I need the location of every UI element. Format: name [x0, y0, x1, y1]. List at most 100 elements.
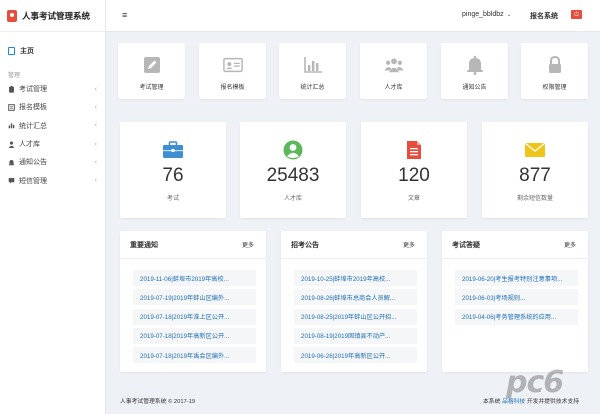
id-card-icon	[222, 55, 243, 75]
panel-list: 2019-06-20|考生报考特别注意事项... 2019-06-03|考场规则…	[442, 259, 588, 325]
bell-icon	[8, 159, 15, 166]
sidebar: 人事考试管理系统 主页 管理 考试管理 ‹ 报名模板 ‹ 统计汇总 ‹ 人才库 …	[0, 0, 106, 414]
more-link[interactable]: 更多	[403, 240, 415, 249]
quick-link-label: 报名模板	[220, 85, 245, 91]
sidebar-item-label: 短信管理	[19, 177, 47, 185]
panel-title: 考试答疑	[452, 241, 480, 249]
chevron-left-icon: ‹	[94, 122, 97, 130]
stat-label: 人才库	[283, 196, 302, 202]
bell-icon	[465, 55, 485, 75]
quick-link-label: 统计汇总	[300, 85, 325, 91]
lock-icon	[545, 55, 565, 75]
sidebar-item-label: 人才库	[19, 141, 40, 149]
logo-icon	[7, 9, 17, 22]
panel-header: 重要通知 更多	[120, 231, 266, 259]
chevron-left-icon: ‹	[94, 158, 97, 166]
list-item[interactable]: 2019-06-20|考生报考特别注意事项...	[455, 270, 578, 286]
brand: 人事考试管理系统	[0, 0, 105, 32]
quick-link-template[interactable]: 报名模板	[199, 43, 266, 99]
sidebar-item-home[interactable]: 主页	[0, 44, 105, 58]
users-icon	[8, 141, 15, 148]
list-item[interactable]: 2019-10-25|蚌埠市2019年高校...	[294, 270, 417, 286]
stat-card-sms[interactable]: 877 剩余短信数量	[482, 122, 588, 218]
watermark: pc6	[506, 365, 564, 400]
panel-exam-faq: 考试答疑 更多 2019-06-20|考生报考特别注意事项... 2019-06…	[442, 231, 588, 372]
list-item[interactable]: 2019-08-25|2019年蚌山区公开招...	[294, 308, 417, 325]
pencil-icon	[142, 55, 162, 75]
list-item[interactable]: 2019-06-26|2019年高新区公开...	[294, 347, 417, 364]
stat-card-articles[interactable]: 120 文章	[361, 122, 467, 218]
chevron-left-icon: ‹	[94, 103, 97, 111]
list-item[interactable]: 2019-07-18|2019年高新区公开...	[133, 327, 256, 344]
user-menu[interactable]: pinge_bbldbz ⌄	[462, 11, 512, 18]
sidebar-item-exam[interactable]: 考试管理 ‹	[0, 80, 105, 98]
app-title: 人事考试管理系统	[22, 10, 91, 21]
list-item[interactable]: 2019-11-06|蚌埠市2019年高校...	[133, 270, 256, 286]
panel-header: 招考公告 更多	[281, 231, 427, 259]
chevron-down-icon: ⌄	[506, 12, 512, 18]
quick-link-stats[interactable]: 统计汇总	[279, 43, 346, 99]
stat-value: 120	[398, 165, 430, 186]
list-item[interactable]: 2019-08-26|蚌埠市总商会人员解...	[294, 289, 417, 306]
home-icon	[8, 47, 15, 55]
sidebar-item-label: 考试管理	[19, 86, 47, 94]
panel-recruitment: 招考公告 更多 2019-10-25|蚌埠市2019年高校... 2019-08…	[281, 231, 427, 372]
stat-card-talent[interactable]: 25483 人才库	[240, 122, 346, 218]
quick-link-label: 权限管理	[542, 85, 567, 91]
panel-list: 2019-11-06|蚌埠市2019年高校... 2019-07-19|2019…	[120, 259, 266, 364]
stat-label: 文章	[407, 196, 420, 202]
stat-label: 考试	[166, 196, 179, 202]
sidebar-item-template[interactable]: 报名模板 ‹	[0, 98, 105, 116]
list-item[interactable]: 2019-04-06|考务管理系统的应用...	[455, 308, 578, 325]
sidebar-item-notice[interactable]: 通知公告 ‹	[0, 153, 105, 171]
username: pinge_bbldbz	[462, 11, 504, 18]
bar-chart-icon	[303, 55, 323, 75]
briefcase-icon	[162, 140, 184, 160]
chevron-left-icon: ‹	[94, 177, 97, 185]
envelope-icon	[524, 140, 546, 160]
quick-link-label: 考试管理	[139, 85, 164, 91]
sidebar-item-sms[interactable]: 短信管理 ‹	[0, 171, 105, 189]
more-link[interactable]: 更多	[564, 240, 576, 249]
sidebar-item-talent[interactable]: 人才库 ‹	[0, 135, 105, 153]
list-item[interactable]: 2019-07-19|2019年蚌山区编外...	[133, 289, 256, 306]
stat-card-exams[interactable]: 76 考试	[120, 122, 226, 218]
stat-value: 25483	[266, 165, 320, 186]
chart-icon	[8, 122, 15, 129]
footer-support-prefix: 本系统	[483, 399, 501, 405]
top-bar: ≡ pinge_bbldbz ⌄ 报名系统 ⏻	[106, 0, 600, 32]
list-item[interactable]: 2019-06-03|考场规则...	[455, 289, 578, 306]
form-icon	[8, 104, 15, 111]
footer-copyright: 人事考试管理系统 © 2017-19	[120, 399, 196, 405]
stat-label: 剩余短信数量	[516, 196, 553, 202]
list-item[interactable]: 2019-07-18|2019年禹会区编外...	[133, 347, 256, 364]
power-icon: ⏻	[574, 11, 579, 18]
message-icon	[8, 177, 15, 184]
sidebar-item-label: 报名模板	[19, 104, 47, 112]
logout-button[interactable]: ⏻	[571, 10, 582, 19]
quick-link-permission[interactable]: 权限管理	[521, 43, 588, 99]
sidebar-item-label: 通知公告	[19, 159, 47, 167]
quick-link-notice[interactable]: 通知公告	[441, 43, 508, 99]
quick-link-label: 通知公告	[462, 85, 487, 91]
registration-system-link[interactable]: 报名系统	[530, 11, 558, 21]
quick-link-talent[interactable]: 人才库	[360, 43, 427, 99]
chevron-left-icon: ‹	[94, 140, 97, 148]
menu-toggle-button[interactable]: ≡	[122, 10, 127, 20]
list-item[interactable]: 2019-08-19|2019固镇县不动产...	[294, 327, 417, 344]
list-item[interactable]: 2019-07-18|2019年淮上区公开...	[133, 308, 256, 325]
quick-link-exam[interactable]: 考试管理	[118, 43, 185, 99]
users-icon	[383, 55, 404, 75]
panel-important-notice: 重要通知 更多 2019-11-06|蚌埠市2019年高校... 2019-07…	[120, 231, 266, 372]
stat-value: 877	[519, 165, 551, 186]
panel-list: 2019-10-25|蚌埠市2019年高校... 2019-08-26|蚌埠市总…	[281, 259, 427, 364]
panel-title: 重要通知	[130, 241, 158, 249]
stat-value: 76	[162, 165, 184, 186]
more-link[interactable]: 更多	[242, 240, 254, 249]
chevron-left-icon: ‹	[94, 85, 97, 93]
document-icon	[403, 140, 425, 160]
quick-link-label: 人才库	[384, 85, 403, 91]
sidebar-item-stats[interactable]: 统计汇总 ‹	[0, 117, 105, 135]
user-circle-icon	[282, 140, 304, 160]
panel-title: 招考公告	[291, 241, 319, 249]
